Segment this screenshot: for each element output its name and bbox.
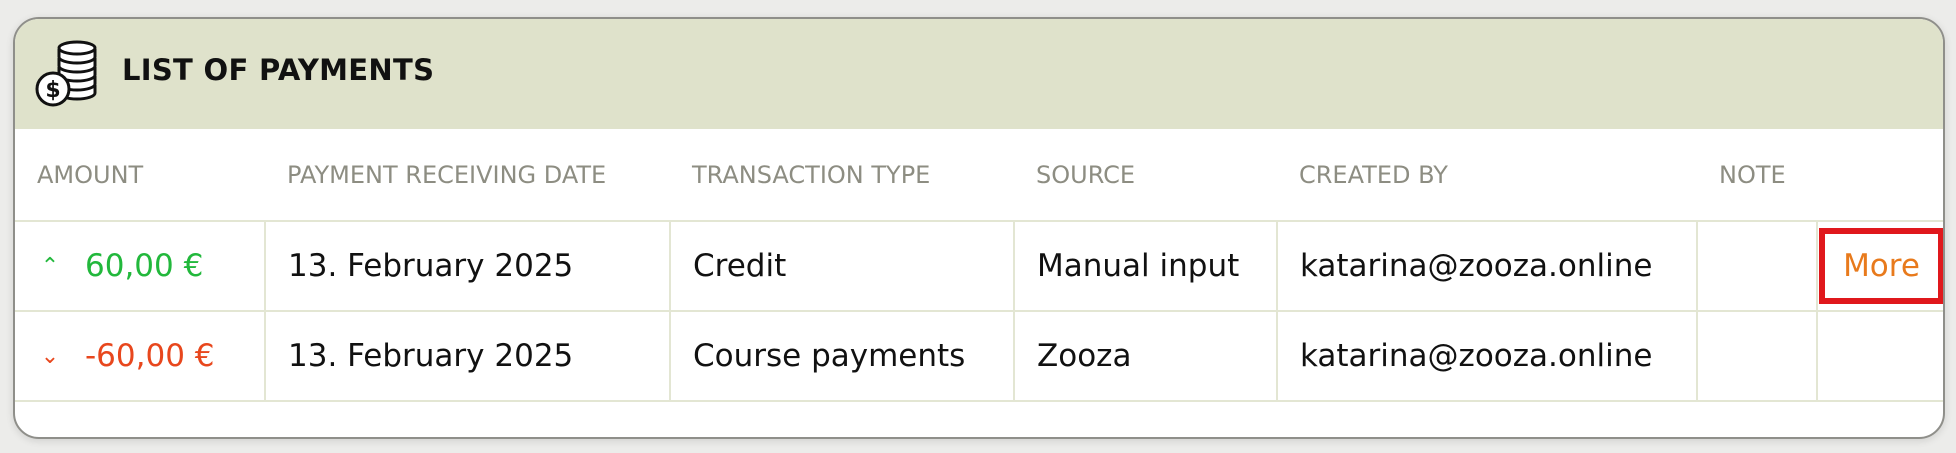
- created-by-cell: katarina@zooza.online: [1277, 221, 1698, 312]
- transaction-type-cell: Course payments: [670, 311, 1015, 402]
- amount-value: -60,00 €: [85, 338, 215, 374]
- date-cell: 13. February 2025: [265, 221, 671, 312]
- date-cell: 13. February 2025: [265, 311, 671, 402]
- column-header-note: NOTE: [1697, 129, 1817, 222]
- note-cell: [1697, 311, 1818, 402]
- column-header-actions: [1817, 129, 1943, 222]
- svg-text:$: $: [45, 78, 60, 103]
- source-cell: Zooza: [1014, 311, 1278, 402]
- payments-table: AMOUNT PAYMENT RECEIVING DATE TRANSACTIO…: [15, 129, 1943, 402]
- column-header-created-by: CREATED BY: [1277, 129, 1697, 222]
- card-header: $ LIST OF PAYMENTS: [15, 19, 1943, 129]
- note-cell: [1697, 221, 1818, 312]
- table-row: ⌄ -60,00 € 13. February 2025 Course paym…: [15, 311, 1943, 402]
- column-header-source: SOURCE: [1014, 129, 1277, 222]
- column-header-payment-date: PAYMENT RECEIVING DATE: [265, 129, 670, 222]
- created-by-cell: katarina@zooza.online: [1277, 311, 1698, 402]
- amount-value: 60,00 €: [85, 248, 204, 284]
- more-button[interactable]: More: [1819, 228, 1943, 304]
- actions-cell: [1817, 311, 1943, 402]
- source-cell: Manual input: [1014, 221, 1278, 312]
- payments-card: $ LIST OF PAYMENTS AMOUNT PAYMENT RECEIV…: [13, 17, 1945, 439]
- table-row: ⌃ 60,00 € 13. February 2025 Credit Manua…: [15, 221, 1943, 312]
- table-header-row: AMOUNT PAYMENT RECEIVING DATE TRANSACTIO…: [15, 129, 1943, 222]
- chevron-up-icon: ⌃: [40, 253, 60, 279]
- actions-cell: More: [1817, 221, 1943, 312]
- coins-icon: $: [35, 40, 97, 107]
- column-header-amount: AMOUNT: [15, 129, 265, 222]
- chevron-down-icon: ⌄: [40, 343, 60, 369]
- transaction-type-cell: Credit: [670, 221, 1015, 312]
- column-header-transaction-type: TRANSACTION TYPE: [670, 129, 1014, 222]
- amount-cell: ⌄ -60,00 €: [15, 311, 266, 402]
- amount-cell: ⌃ 60,00 €: [15, 221, 266, 312]
- page-title: LIST OF PAYMENTS: [122, 53, 435, 87]
